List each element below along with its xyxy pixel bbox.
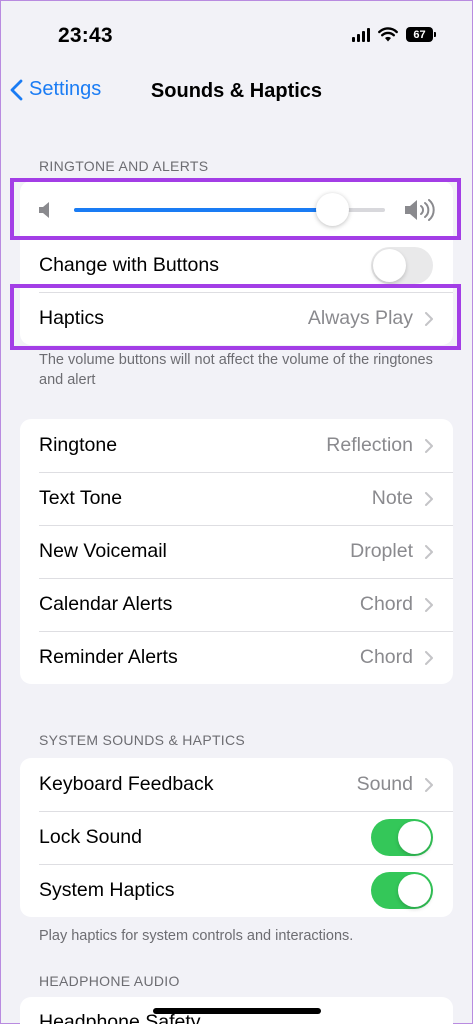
battery-icon: 67: [406, 27, 436, 42]
haptics-row[interactable]: Haptics Always Play: [20, 292, 453, 345]
system-haptics-row: System Haptics: [20, 864, 453, 917]
page-title: Sounds & Haptics: [150, 80, 323, 102]
haptics-value: Always Play: [307, 307, 413, 329]
system-haptics-label: System Haptics: [39, 879, 175, 901]
section-header-system: SYSTEM SOUNDS & HAPTICS: [39, 732, 246, 748]
tone-value: Chord: [359, 646, 413, 668]
ringtone-group: Change with Buttons Haptics Always Play: [20, 181, 453, 345]
keyboard-feedback-value: Sound: [356, 773, 413, 795]
volume-slider-row: [20, 181, 453, 239]
toggle-knob: [398, 874, 431, 907]
lock-sound-label: Lock Sound: [39, 826, 142, 848]
chevron-right-icon: [425, 491, 433, 506]
tone-row-new-voicemail[interactable]: New Voicemail Droplet: [20, 525, 453, 578]
tone-label: Ringtone: [39, 434, 118, 456]
status-time: 23:43: [58, 24, 113, 47]
tone-label: New Voicemail: [39, 540, 167, 562]
home-indicator: [153, 1008, 321, 1014]
lock-sound-row: Lock Sound: [20, 811, 453, 864]
battery-level: 67: [413, 28, 426, 41]
volume-slider[interactable]: [74, 193, 385, 226]
tone-row-reminder-alerts[interactable]: Reminder Alerts Chord: [20, 631, 453, 684]
change-with-buttons-label: Change with Buttons: [39, 254, 219, 276]
tone-row-text-tone[interactable]: Text Tone Note: [20, 472, 453, 525]
chevron-right-icon: [425, 438, 433, 453]
keyboard-feedback-row[interactable]: Keyboard Feedback Sound: [20, 758, 453, 811]
volume-slider-knob[interactable]: [316, 193, 350, 226]
tones-group: Ringtone Reflection Text Tone Note New V…: [20, 419, 453, 684]
chevron-right-icon: [425, 650, 433, 665]
ringtone-footer: The volume buttons will not affect the v…: [39, 352, 433, 388]
tone-label: Reminder Alerts: [39, 646, 178, 668]
system-haptics-toggle[interactable]: [371, 872, 433, 909]
tone-label: Text Tone: [39, 487, 123, 509]
tone-label: Calendar Alerts: [39, 593, 173, 615]
toggle-knob: [373, 249, 406, 282]
change-with-buttons-row: Change with Buttons: [20, 239, 453, 292]
tone-value: Note: [371, 487, 413, 509]
tone-value: Droplet: [350, 540, 413, 562]
haptics-label: Haptics: [39, 307, 105, 329]
section-header-headphone: HEADPHONE AUDIO: [39, 973, 180, 989]
tone-row-calendar-alerts[interactable]: Calendar Alerts Chord: [20, 578, 453, 631]
keyboard-feedback-label: Keyboard Feedback: [39, 773, 214, 795]
wifi-icon: [378, 27, 398, 42]
signal-icon: [352, 27, 370, 42]
chevron-right-icon: [425, 311, 433, 326]
chevron-right-icon: [425, 597, 433, 612]
volume-slider-fill: [74, 208, 333, 212]
speaker-low-icon: [39, 202, 49, 218]
system-footer: Play haptics for system controls and int…: [39, 928, 354, 944]
lock-sound-toggle[interactable]: [371, 819, 433, 856]
system-group: Keyboard Feedback Sound Lock Sound Syste…: [20, 758, 453, 917]
chevron-right-icon: [425, 544, 433, 559]
speaker-high-icon: [405, 199, 435, 221]
chevron-right-icon: [425, 777, 433, 792]
tone-value: Chord: [359, 593, 413, 615]
tone-row-ringtone[interactable]: Ringtone Reflection: [20, 419, 453, 472]
tone-value: Reflection: [326, 434, 413, 456]
change-with-buttons-toggle[interactable]: [371, 247, 433, 284]
section-header-ringtone: RINGTONE AND ALERTS: [39, 158, 209, 174]
status-icons: 67: [352, 27, 436, 42]
toggle-knob: [398, 821, 431, 854]
